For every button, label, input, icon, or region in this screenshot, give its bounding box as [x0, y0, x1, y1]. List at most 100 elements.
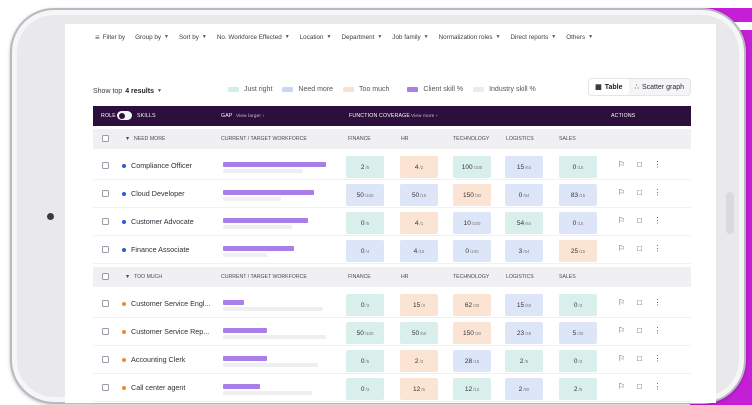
collapse-icon[interactable]: ▼ — [125, 136, 130, 142]
comment-icon[interactable]: □ — [635, 326, 644, 335]
flag-icon[interactable]: ⚐ — [617, 216, 626, 225]
coverage-cell[interactable]: 15/3 — [400, 294, 438, 316]
more-icon[interactable]: ⋮ — [653, 382, 662, 391]
coverage-cell[interactable]: 4/2 — [400, 156, 438, 178]
role-name[interactable]: Customer Service Rep... — [131, 327, 209, 336]
view-larger-link[interactable]: View larger › — [236, 113, 264, 118]
comment-icon[interactable]: □ — [635, 382, 644, 391]
coverage-cell[interactable]: 10/100 — [453, 212, 491, 234]
collapse-icon[interactable]: ▼ — [125, 274, 130, 280]
table-row[interactable]: Finance Associate 0/4 4/15 0/100 3/64 25/15 ⚐ □… — [93, 236, 691, 264]
role-name[interactable]: Accounting Clerk — [131, 355, 185, 364]
table-row[interactable]: Accounting Clerk 0/5 2/3 28/15 2/5 0/3 ⚐ □ ⋮ — [93, 346, 691, 374]
more-icon[interactable]: ⋮ — [653, 160, 662, 169]
coverage-cell[interactable]: 50/100 — [346, 322, 384, 344]
coverage-cell[interactable]: 3/64 — [505, 240, 543, 262]
table-row[interactable]: Cloud Developer 50/100 50/15 150/30 0/64 83/1… — [93, 180, 691, 208]
coverage-cell[interactable]: 0/3 — [346, 294, 384, 316]
coverage-cell[interactable]: 15/60 — [505, 294, 543, 316]
coverage-cell[interactable]: 83/15 — [559, 184, 597, 206]
coverage-cell[interactable]: 0/15 — [559, 156, 597, 178]
table-row[interactable]: Customer Advocate 0/5 4/1 10/100 54/64 0/15 ⚐ □… — [93, 208, 691, 236]
group-by-dropdown[interactable]: Group by ▼ — [135, 34, 169, 41]
group-header[interactable]: ▼ TOO MUCH CURRENT / TARGET WORKFORCE FINAN… — [93, 267, 691, 287]
more-icon[interactable]: ⋮ — [653, 216, 662, 225]
table-row[interactable]: Customer Service Rep... 50/100 50/50 150/30… — [93, 318, 691, 346]
row-checkbox[interactable] — [102, 162, 109, 169]
role-skills-toggle[interactable] — [117, 111, 132, 120]
direct-reports-dropdown[interactable]: Direct reports ▼ — [510, 34, 556, 41]
flag-icon[interactable]: ⚐ — [617, 354, 626, 363]
more-icon[interactable]: ⋮ — [653, 188, 662, 197]
coverage-cell[interactable]: 50/50 — [400, 322, 438, 344]
coverage-cell[interactable]: 0/3 — [559, 350, 597, 372]
coverage-cell[interactable]: 0/5 — [346, 212, 384, 234]
group-checkbox[interactable] — [102, 135, 109, 142]
coverage-cell[interactable]: 0/3 — [346, 378, 384, 400]
coverage-cell[interactable]: 2/5 — [346, 156, 384, 178]
scatter-graph-button[interactable]: ∴ Scatter graph — [629, 79, 691, 95]
group-checkbox[interactable] — [102, 273, 109, 280]
coverage-cell[interactable]: 15/64 — [505, 156, 543, 178]
flag-icon[interactable]: ⚐ — [617, 298, 626, 307]
row-checkbox[interactable] — [102, 384, 109, 391]
row-checkbox[interactable] — [102, 190, 109, 197]
comment-icon[interactable]: □ — [635, 188, 644, 197]
view-more-link[interactable]: View more › — [411, 113, 438, 118]
role-name[interactable]: Call center agent — [131, 383, 185, 392]
role-name[interactable]: Customer Advocate — [131, 217, 194, 226]
coverage-cell[interactable]: 100/100 — [453, 156, 491, 178]
coverage-cell[interactable]: 28/15 — [453, 350, 491, 372]
coverage-cell[interactable]: 0/5 — [346, 350, 384, 372]
flag-icon[interactable]: ⚐ — [617, 188, 626, 197]
row-checkbox[interactable] — [102, 300, 109, 307]
comment-icon[interactable]: □ — [635, 244, 644, 253]
coverage-cell[interactable]: 12/12 — [453, 378, 491, 400]
role-name[interactable]: Finance Associate — [131, 245, 189, 254]
comment-icon[interactable]: □ — [635, 354, 644, 363]
coverage-cell[interactable]: 2/3 — [400, 350, 438, 372]
role-name[interactable]: Customer Service Engl... — [131, 299, 211, 308]
coverage-cell[interactable]: 2/50 — [505, 378, 543, 400]
table-row[interactable]: Compliance Officer 2/5 4/2 100/100 15/64 0/15… — [93, 152, 691, 180]
sort-by-dropdown[interactable]: Sort by ▼ — [179, 34, 207, 41]
department-dropdown[interactable]: Department ▼ — [341, 34, 382, 41]
more-icon[interactable]: ⋮ — [653, 354, 662, 363]
group-header[interactable]: ▼ NEED MORE CURRENT / TARGET WORKFORCE FINA… — [93, 129, 691, 149]
coverage-cell[interactable]: 0/100 — [453, 240, 491, 262]
workforce-effected-dropdown[interactable]: No. Workforce Effected ▼ — [217, 34, 290, 41]
row-checkbox[interactable] — [102, 246, 109, 253]
more-icon[interactable]: ⋮ — [653, 326, 662, 335]
coverage-cell[interactable]: 0/3 — [559, 294, 597, 316]
comment-icon[interactable]: □ — [635, 298, 644, 307]
row-checkbox[interactable] — [102, 356, 109, 363]
role-name[interactable]: Compliance Officer — [131, 161, 192, 170]
coverage-cell[interactable]: 0/4 — [346, 240, 384, 262]
normalization-roles-dropdown[interactable]: Normalization roles ▼ — [439, 34, 501, 41]
flag-icon[interactable]: ⚐ — [617, 382, 626, 391]
others-dropdown[interactable]: Others ▼ — [566, 34, 593, 41]
row-checkbox[interactable] — [102, 328, 109, 335]
coverage-cell[interactable]: 12/5 — [400, 378, 438, 400]
coverage-cell[interactable]: 50/15 — [400, 184, 438, 206]
coverage-cell[interactable]: 25/15 — [559, 240, 597, 262]
table-row[interactable]: Customer Service Engl... 0/3 15/3 62/30 15/6… — [93, 290, 691, 318]
coverage-cell[interactable]: 23/45 — [505, 322, 543, 344]
coverage-cell[interactable]: 50/100 — [346, 184, 384, 206]
flag-icon[interactable]: ⚐ — [617, 244, 626, 253]
table-row[interactable]: Call center agent 0/3 12/5 12/12 2/50 2/5 ⚐ □ ⋮ — [93, 374, 691, 402]
coverage-cell[interactable]: 54/64 — [505, 212, 543, 234]
comment-icon[interactable]: □ — [635, 160, 644, 169]
coverage-cell[interactable]: 2/5 — [505, 350, 543, 372]
flag-icon[interactable]: ⚐ — [617, 160, 626, 169]
coverage-cell[interactable]: 0/15 — [559, 212, 597, 234]
job-family-dropdown[interactable]: Job family ▼ — [392, 34, 428, 41]
coverage-cell[interactable]: 150/30 — [453, 184, 491, 206]
role-name[interactable]: Cloud Developer — [131, 189, 185, 198]
coverage-cell[interactable]: 4/1 — [400, 212, 438, 234]
location-dropdown[interactable]: Location ▼ — [300, 34, 332, 41]
show-top-dropdown[interactable]: Show top 4 results ▼ — [93, 88, 162, 95]
table-view-button[interactable]: ▦ Table — [589, 79, 629, 95]
coverage-cell[interactable]: 150/30 — [453, 322, 491, 344]
coverage-cell[interactable]: 2/5 — [559, 378, 597, 400]
